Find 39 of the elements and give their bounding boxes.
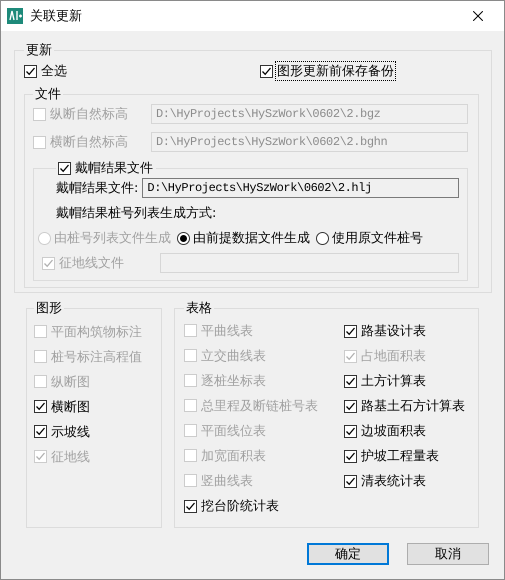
checkbox[interactable] xyxy=(58,162,71,174)
section-label: 戴帽结果桩号列表生成方式: xyxy=(56,205,216,222)
window-title: 关联更新 xyxy=(30,8,83,25)
checkbox[interactable] xyxy=(184,500,197,513)
file-path-field[interactable]: D:\HyProjects\HySzWork\0602\2.hlj xyxy=(142,178,459,198)
checkbox-label[interactable]: 挖台阶统计表 xyxy=(200,497,280,516)
radio-label[interactable]: 由前提数据文件生成 xyxy=(193,229,310,247)
group-title: 表格 xyxy=(186,300,212,317)
checkbox-label[interactable]: 路基土石方计算表 xyxy=(360,397,466,416)
checkbox-label[interactable]: 清表统计表 xyxy=(360,472,427,490)
checkbox[interactable] xyxy=(344,374,357,388)
checkbox[interactable] xyxy=(344,450,357,463)
checkbox[interactable] xyxy=(24,64,37,78)
checkbox[interactable] xyxy=(34,400,47,413)
checkbox[interactable] xyxy=(344,424,357,438)
group-title: 文件 xyxy=(35,86,61,103)
dialog-button[interactable]: 确定 xyxy=(307,543,389,565)
app-icon xyxy=(7,8,23,24)
checkbox-label[interactable]: 路基设计表 xyxy=(360,322,427,340)
dialog-button[interactable]: 取消 xyxy=(407,543,489,565)
checkbox-label[interactable]: 戴帽结果文件 xyxy=(74,159,154,177)
checkbox-label[interactable]: 土方计算表 xyxy=(360,372,427,390)
checkbox-label[interactable]: 边坡面积表 xyxy=(360,422,427,440)
checkbox[interactable] xyxy=(260,64,273,78)
radio-button[interactable] xyxy=(177,232,190,244)
group-title: 图形 xyxy=(36,300,62,317)
checkbox[interactable] xyxy=(344,324,357,338)
field-label: 戴帽结果文件: xyxy=(56,180,138,197)
group-title: 更新 xyxy=(26,42,52,59)
checkbox[interactable] xyxy=(344,474,357,488)
checkbox-label[interactable]: 护坡工程量表 xyxy=(360,447,440,466)
radio-label[interactable]: 使用原文件桩号 xyxy=(332,229,423,247)
checkbox[interactable] xyxy=(344,400,357,413)
checkbox[interactable] xyxy=(34,425,47,438)
checkbox-label[interactable]: 全选 xyxy=(40,62,68,80)
radio-button[interactable] xyxy=(316,232,329,244)
checkbox-label[interactable]: 示坡线 xyxy=(50,422,91,440)
checkbox-label[interactable]: 横断图 xyxy=(50,398,91,416)
checkbox-label[interactable]: 图形更新前保存备份 xyxy=(276,62,395,80)
